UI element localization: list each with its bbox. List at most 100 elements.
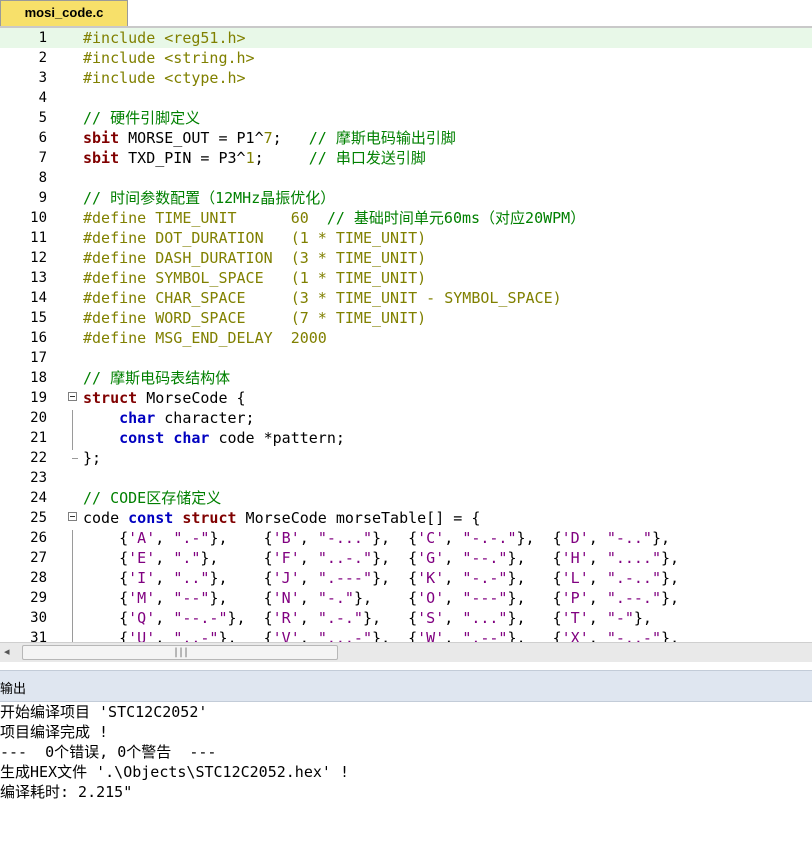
line-number: 14 [30,290,47,306]
output-line: 编译耗时: 2.215" [0,783,133,801]
line-number: 7 [38,150,47,166]
code-line[interactable]: 7 sbit TXD_PIN = P3^1; // 串口发送引脚 [0,148,812,168]
line-number: 25 [30,510,47,526]
code-text: {'I', ".."}, {'J', ".---"}, {'K', "-.-"}… [83,569,680,587]
scrollbar-thumb[interactable]: ||| [22,645,338,660]
splitter[interactable] [0,662,812,670]
code-text: {'Q', "--.-"}, {'R', ".-."}, {'S', "..."… [83,609,652,627]
line-number: 9 [38,190,47,206]
code-text: {'U', "..-"}, {'V', "...-"}, {'W', ".--"… [83,629,680,642]
tab-mosi-code[interactable]: mosi_code.c [0,0,128,26]
fold-collapse-icon[interactable] [68,512,77,521]
code-text: // 摩斯电码表结构体 [83,369,231,387]
code-text: #include <string.h> [83,49,255,67]
code-line[interactable]: 23 [0,468,812,488]
line-number: 15 [30,310,47,326]
code-line[interactable]: 10 #define TIME_UNIT 60 // 基础时间单元60ms（对应2… [0,208,812,228]
code-line[interactable]: 9 // 时间参数配置（12MHz晶振优化） [0,188,812,208]
output-panel: 开始编译项目 'STC12C2052' 项目编译完成 ! --- 0个错误, 0… [0,702,812,844]
code-text: #define DOT_DURATION (1 * TIME_UNIT) [83,229,427,247]
code-line[interactable]: 28 {'I', ".."}, {'J', ".---"}, {'K', "-.… [0,568,812,588]
line-number: 21 [30,430,47,446]
line-number: 31 [30,630,47,642]
code-line[interactable]: 19 struct MorseCode { [0,388,812,408]
line-number: 4 [38,90,47,106]
line-number: 23 [30,470,47,486]
line-number: 12 [30,250,47,266]
scrollbar-grip-icon: ||| [173,647,189,658]
code-text: const char code *pattern; [119,429,345,447]
code-text: // 硬件引脚定义 [83,109,201,127]
code-text: #define MSG_END_DELAY 2000 [83,329,327,347]
line-number: 1 [38,30,47,46]
code-text: #include <reg51.h> [83,29,246,47]
code-text: struct MorseCode { [83,389,246,407]
line-number: 18 [30,370,47,386]
line-number: 19 [30,390,47,406]
code-line[interactable]: 24 // CODE区存储定义 [0,488,812,508]
line-number: 13 [30,270,47,286]
code-line[interactable]: 12 #define DASH_DURATION (3 * TIME_UNIT) [0,248,812,268]
code-line[interactable]: 13 #define SYMBOL_SPACE (1 * TIME_UNIT) [0,268,812,288]
output-line: 生成HEX文件 '.\Objects\STC12C2052.hex' ! [0,763,349,781]
code-line[interactable]: 20 char character; [0,408,812,428]
code-text: // 时间参数配置（12MHz晶振优化） [83,189,336,207]
code-line[interactable]: 15 #define WORD_SPACE (7 * TIME_UNIT) [0,308,812,328]
line-number: 20 [30,410,47,426]
code-line[interactable]: 31 {'U', "..-"}, {'V', "...-"}, {'W', ".… [0,628,812,642]
code-line[interactable]: 2 #include <string.h> [0,48,812,68]
output-line: --- 0个错误, 0个警告 --- [0,743,217,761]
code-text: {'M', "--"}, {'N', "-."}, {'O', "---"}, … [83,589,680,607]
code-line[interactable]: 4 [0,88,812,108]
code-line[interactable]: 26 {'A', ".-"}, {'B', "-..."}, {'C', "-.… [0,528,812,548]
code-text: #define WORD_SPACE (7 * TIME_UNIT) [83,309,427,327]
code-text: char character; [119,409,255,427]
code-line[interactable]: 22}; [0,448,812,468]
code-line[interactable]: 1 #include <reg51.h> [0,28,812,48]
line-number: 16 [30,330,47,346]
code-line[interactable]: 25 code const struct MorseCode morseTable… [0,508,812,528]
output-panel-title: 输出 [0,681,27,696]
code-line[interactable]: 14 #define CHAR_SPACE (3 * TIME_UNIT - SY… [0,288,812,308]
scroll-left-arrow-icon[interactable]: ◂ [4,645,10,658]
code-line[interactable]: 29 {'M', "--"}, {'N', "-."}, {'O', "---"… [0,588,812,608]
code-line[interactable]: 17 [0,348,812,368]
code-line[interactable]: 30 {'Q', "--.-"}, {'R', ".-."}, {'S', ".… [0,608,812,628]
line-number: 17 [30,350,47,366]
code-text: #define CHAR_SPACE (3 * TIME_UNIT - SYMB… [83,289,562,307]
code-line[interactable]: 6 sbit MORSE_OUT = P1^7; // 摩斯电码输出引脚 [0,128,812,148]
line-number: 11 [30,230,47,246]
fold-collapse-icon[interactable] [68,392,77,401]
code-editor[interactable]: 1 #include <reg51.h> 2 #include <string.h> 3… [0,28,812,642]
code-line[interactable]: 11 #define DOT_DURATION (1 * TIME_UNIT) [0,228,812,248]
code-text: }; [83,449,102,467]
line-number: 29 [30,590,47,606]
code-line[interactable]: 8 [0,168,812,188]
code-line[interactable]: 5 // 硬件引脚定义 [0,108,812,128]
code-text: #define SYMBOL_SPACE (1 * TIME_UNIT) [83,269,427,287]
line-number: 8 [38,170,47,186]
code-line[interactable]: 3 #include <ctype.h> [0,68,812,88]
code-text: {'A', ".-"}, {'B', "-..."}, {'C', "-.-."… [83,529,671,547]
code-line[interactable]: 16 #define MSG_END_DELAY 2000 [0,328,812,348]
line-number: 30 [30,610,47,626]
line-number: 26 [30,530,47,546]
horizontal-scrollbar[interactable]: ◂ ||| [0,642,812,662]
code-text: {'E', "."}, {'F', "..-."}, {'G', "--."},… [83,549,680,567]
line-number: 5 [38,110,47,126]
code-line[interactable]: 21 const char code *pattern; [0,428,812,448]
line-number: 27 [30,550,47,566]
output-line: 开始编译项目 'STC12C2052' [0,703,208,721]
code-text: // CODE区存储定义 [83,489,222,507]
line-number: 28 [30,570,47,586]
line-number: 6 [38,130,47,146]
code-line[interactable]: 18 // 摩斯电码表结构体 [0,368,812,388]
output-line: 项目编译完成 ! [0,723,109,741]
line-number: 22 [30,450,47,466]
tab-bar: mosi_code.c [0,0,812,28]
line-number: 2 [38,50,47,66]
line-number: 10 [30,210,47,226]
code-text: #define TIME_UNIT 60 // 基础时间单元60ms（对应20W… [83,209,586,227]
code-text: #include <ctype.h> [83,69,246,87]
code-line[interactable]: 27 {'E', "."}, {'F', "..-."}, {'G', "--.… [0,548,812,568]
